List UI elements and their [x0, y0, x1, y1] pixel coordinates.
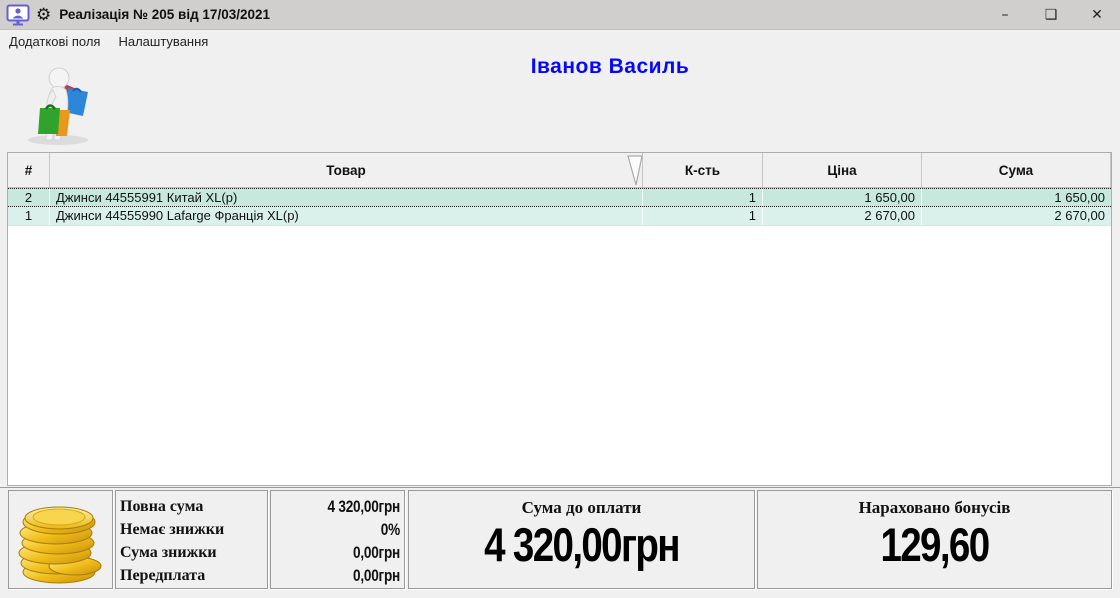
user-monitor-icon — [6, 4, 30, 26]
window-title: Реалізація № 205 від 17/03/2021 — [59, 7, 270, 22]
cell-num: 1 — [8, 207, 50, 225]
bonus-amount: 129,60 — [790, 519, 1079, 571]
summary-panel: Повна сума Немає знижки Сума знижки Пере… — [0, 487, 1120, 591]
cell-num: 2 — [8, 189, 50, 206]
gear-icon[interactable]: ⚙ — [36, 6, 51, 23]
window-controls: – ❑ ✕ — [982, 0, 1120, 30]
payment-box: Сума до оплати 4 320,00грн — [408, 490, 755, 589]
cell-qty: 1 — [643, 189, 763, 206]
value-full-sum: 4 320,00грн — [297, 495, 400, 518]
bonus-label: Нараховано бонусів — [758, 498, 1111, 518]
filter-icon[interactable] — [625, 155, 645, 187]
table-row[interactable]: 1 Джинси 44555990 Lafarge Франція XL(р) … — [8, 207, 1111, 226]
col-header-num[interactable]: # — [8, 153, 50, 187]
table-header: # Товар К-сть Ціна Сума — [8, 153, 1111, 188]
payment-label: Сума до оплати — [409, 498, 754, 518]
maximize-button[interactable]: ❑ — [1028, 0, 1074, 30]
summary-values: 4 320,00грн 0% 0,00грн 0,00грн — [270, 490, 405, 589]
value-discount: 0,00грн — [297, 541, 400, 564]
coins-icon — [15, 494, 107, 586]
col-header-price[interactable]: Ціна — [763, 153, 922, 187]
value-no-discount: 0% — [297, 518, 400, 541]
bonus-box: Нараховано бонусів 129,60 — [757, 490, 1112, 589]
menu-bar: Додаткові поля Налаштування — [0, 30, 1120, 52]
menu-item-settings[interactable]: Налаштування — [109, 32, 217, 51]
menu-item-additional-fields[interactable]: Додаткові поля — [0, 32, 109, 51]
cell-qty: 1 — [643, 207, 763, 225]
items-table: # Товар К-сть Ціна Сума 2 Джинси 4455599… — [7, 152, 1112, 486]
cell-sum: 2 670,00 — [922, 207, 1111, 225]
payment-amount: 4 320,00грн — [440, 519, 723, 571]
label-discount: Сума знижки — [120, 541, 265, 564]
cell-product: Джинси 44555991 Китай XL(р) — [50, 189, 643, 206]
table-row[interactable]: 2 Джинси 44555991 Китай XL(р) 1 1 650,00… — [8, 188, 1111, 207]
label-prepayment: Передплата — [120, 564, 265, 587]
cell-price: 2 670,00 — [763, 207, 922, 225]
label-full-sum: Повна сума — [120, 495, 265, 518]
cell-price: 1 650,00 — [763, 189, 922, 206]
summary-labels: Повна сума Немає знижки Сума знижки Пере… — [115, 490, 268, 589]
title-bar: ⚙ Реалізація № 205 від 17/03/2021 – ❑ ✕ — [0, 0, 1120, 30]
shopper-icon — [22, 62, 94, 146]
customer-name: Іванов Василь — [100, 55, 1120, 79]
col-header-product[interactable]: Товар — [50, 153, 643, 187]
cell-sum: 1 650,00 — [922, 189, 1111, 206]
coins-box — [8, 490, 113, 589]
col-header-sum[interactable]: Сума — [922, 153, 1111, 187]
minimize-button[interactable]: – — [982, 0, 1028, 30]
close-button[interactable]: ✕ — [1074, 0, 1120, 30]
col-header-qty[interactable]: К-сть — [643, 153, 763, 187]
label-no-discount: Немає знижки — [120, 518, 265, 541]
value-prepayment: 0,00грн — [297, 564, 400, 587]
cell-product: Джинси 44555990 Lafarge Франція XL(р) — [50, 207, 643, 225]
